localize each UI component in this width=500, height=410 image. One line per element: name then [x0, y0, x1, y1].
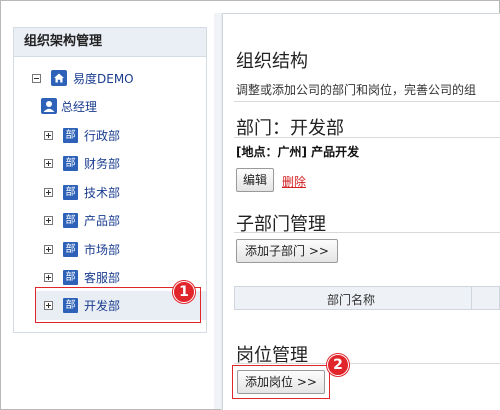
tree-item-manager[interactable]: 总经理	[41, 96, 97, 116]
delete-link[interactable]: 删除	[282, 173, 306, 190]
annotation-badge-2: 2	[327, 354, 349, 376]
tree-item-label[interactable]: 客服部	[84, 269, 120, 286]
divider	[234, 137, 500, 138]
annotation-badge-1: 1	[173, 281, 195, 303]
department-icon: 部	[63, 269, 78, 285]
page-description: 调整或添加公司的部门和岗位，完善公司的组	[236, 83, 477, 97]
department-icon: 部	[63, 184, 78, 200]
expand-icon[interactable]	[44, 158, 53, 168]
expand-icon[interactable]	[44, 187, 53, 197]
tree-item-dept[interactable]: 部 财务部	[44, 153, 120, 173]
tree-item-dept[interactable]: 部 行政部	[44, 125, 120, 145]
collapse-icon[interactable]	[32, 73, 41, 83]
tree-item-dept[interactable]: 部 客服部	[44, 267, 120, 287]
org-tree-title: 组织架构管理	[14, 28, 206, 57]
department-icon: 部	[63, 212, 78, 228]
expand-icon[interactable]	[44, 244, 53, 254]
expand-icon[interactable]	[44, 272, 53, 282]
department-icon: 部	[63, 155, 78, 171]
tree-item-label[interactable]: 技术部	[84, 184, 120, 201]
person-icon	[41, 98, 57, 114]
tree-item-label[interactable]: 行政部	[84, 127, 120, 144]
home-icon	[51, 70, 67, 86]
divider	[234, 232, 500, 233]
tree-item-label[interactable]: 市场部	[84, 241, 120, 258]
department-icon: 部	[63, 127, 78, 143]
tree-item-label[interactable]: 产品部	[84, 212, 120, 229]
column-header-department-name: 部门名称	[327, 293, 376, 307]
tree-item-dept[interactable]: 部 市场部	[44, 239, 120, 259]
tree-item-dept[interactable]: 部 技术部	[44, 182, 120, 202]
tree-item-label[interactable]: 财务部	[84, 155, 120, 172]
tree-item-dept[interactable]: 部 产品部	[44, 210, 120, 230]
add-sub-department-button[interactable]: 添加子部门 >>	[236, 239, 338, 263]
column-separator	[471, 287, 472, 309]
edit-button[interactable]: 编辑	[236, 168, 274, 192]
divider	[234, 101, 500, 102]
panel-gutter	[214, 13, 222, 409]
sub-department-table-header: 部门名称	[234, 286, 500, 310]
tree-root[interactable]: 易度DEMO	[32, 68, 134, 88]
tree-item-manager-label[interactable]: 总经理	[61, 98, 97, 115]
page-title: 组织结构	[236, 51, 308, 72]
divider	[234, 363, 500, 364]
highlight-box-2	[232, 365, 330, 399]
expand-icon[interactable]	[44, 215, 53, 225]
expand-icon[interactable]	[44, 130, 53, 140]
tree-root-label[interactable]: 易度DEMO	[73, 70, 134, 87]
department-location: [地点：广州] 产品开发	[236, 145, 360, 159]
department-icon: 部	[63, 241, 78, 257]
